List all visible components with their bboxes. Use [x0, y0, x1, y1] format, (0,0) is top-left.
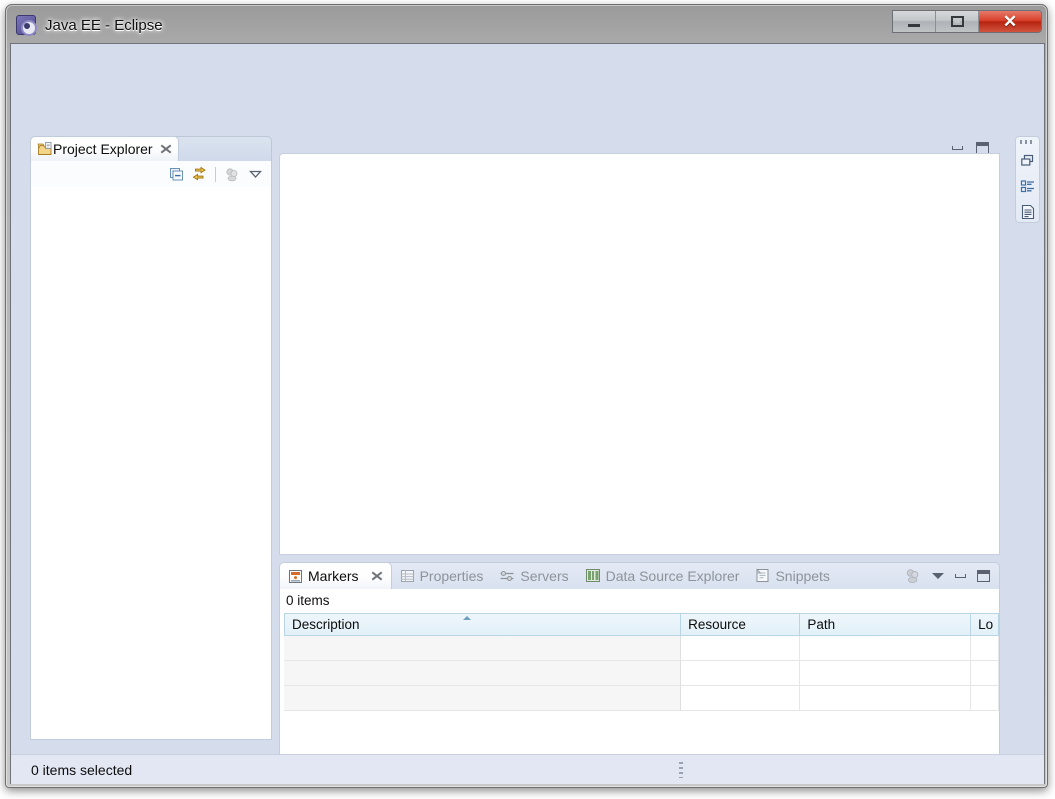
snippets-icon — [755, 568, 770, 583]
table-cell — [681, 686, 800, 711]
task-list-view-icon[interactable] — [1017, 202, 1038, 222]
markers-item-count: 0 items — [286, 593, 330, 608]
outline-view-icon[interactable] — [1017, 177, 1038, 197]
project-explorer-tab-label: Project Explorer — [53, 141, 153, 157]
workbench: Project Explorer — [11, 44, 1045, 755]
project-explorer-icon — [37, 141, 53, 157]
eclipse-icon — [16, 15, 36, 35]
table-row[interactable] — [284, 661, 999, 686]
table-cell — [800, 686, 971, 711]
status-message: 0 items selected — [31, 762, 132, 778]
restore-icon[interactable] — [1017, 151, 1038, 171]
table-cell — [284, 636, 681, 661]
window-controls: ✕ — [892, 10, 1042, 33]
tab-label: Data Source Explorer — [606, 568, 740, 584]
markers-table-header: Description Resource Path Lo — [284, 613, 999, 636]
column-label: Lo — [978, 617, 993, 632]
tab-markers[interactable]: Markers — [279, 562, 392, 589]
tab-project-explorer[interactable]: Project Explorer — [30, 136, 179, 161]
focus-on-active-task-icon[interactable] — [222, 164, 242, 184]
editor-area — [279, 136, 1000, 555]
close-icon[interactable] — [160, 143, 172, 155]
markers-tab-list: Markers Properties — [279, 562, 838, 589]
column-header-resource[interactable]: Resource — [681, 613, 800, 636]
table-cell — [800, 636, 971, 661]
close-button[interactable]: ✕ — [979, 11, 1041, 32]
focus-on-active-task-icon[interactable] — [904, 568, 921, 584]
markers-panel: 0 items Description Resource — [279, 589, 1000, 781]
table-row[interactable] — [284, 636, 999, 661]
project-explorer-view: Project Explorer — [30, 136, 272, 740]
minimize-button[interactable] — [893, 11, 936, 32]
table-cell — [971, 636, 999, 661]
project-explorer-toolbar — [30, 161, 272, 187]
column-header-location[interactable]: Lo — [971, 613, 999, 636]
maximize-icon — [951, 16, 964, 27]
close-icon[interactable] — [371, 570, 383, 582]
table-cell — [971, 661, 999, 686]
tab-data-source-explorer[interactable]: Data Source Explorer — [577, 562, 748, 589]
tab-label: Markers — [308, 568, 359, 584]
maximize-button[interactable] — [936, 11, 979, 32]
column-label: Resource — [688, 617, 746, 632]
markers-table[interactable]: Description Resource Path Lo — [284, 613, 999, 753]
tab-properties[interactable]: Properties — [392, 562, 492, 589]
minimize-icon[interactable] — [955, 574, 966, 578]
markers-icon — [288, 569, 303, 584]
tab-snippets[interactable]: Snippets — [747, 562, 837, 589]
minimize-icon[interactable] — [952, 146, 963, 150]
servers-icon — [499, 569, 515, 583]
view-menu-icon[interactable] — [932, 573, 944, 579]
fast-view-bar — [1015, 136, 1040, 223]
fast-view-grip — [1020, 140, 1035, 144]
tab-servers[interactable]: Servers — [491, 562, 576, 589]
application-window: Java EE - Eclipse ✕ File Edit Navigate S… — [5, 4, 1048, 788]
view-menu-icon[interactable] — [245, 164, 265, 184]
tab-label: Snippets — [775, 568, 829, 584]
minimize-icon — [908, 24, 920, 27]
table-cell — [971, 686, 999, 711]
collapse-all-icon[interactable] — [166, 164, 186, 184]
client-area: File Edit Navigate Search Project Run Wi… — [10, 43, 1045, 784]
sort-ascending-icon — [463, 616, 471, 620]
toolbar-separator — [215, 167, 216, 182]
table-cell — [284, 661, 681, 686]
tab-label: Servers — [520, 568, 568, 584]
project-explorer-tree[interactable] — [30, 187, 272, 740]
column-header-path[interactable]: Path — [800, 613, 971, 636]
table-cell — [800, 661, 971, 686]
table-cell — [681, 661, 800, 686]
data-source-explorer-icon — [585, 568, 601, 583]
tab-label: Properties — [420, 568, 484, 584]
column-label: Description — [292, 617, 360, 632]
editor-canvas[interactable] — [279, 153, 1000, 555]
table-cell — [284, 686, 681, 711]
column-header-description[interactable]: Description — [284, 613, 681, 636]
status-bar: 0 items selected — [11, 754, 1044, 784]
maximize-icon[interactable] — [977, 570, 990, 582]
table-row[interactable] — [284, 686, 999, 711]
markers-view: Markers Properties — [279, 562, 1000, 781]
properties-icon — [400, 569, 415, 583]
window-title: Java EE - Eclipse — [45, 17, 163, 34]
table-cell — [681, 636, 800, 661]
status-bar-grip — [679, 762, 683, 778]
close-icon: ✕ — [1003, 13, 1017, 30]
column-label: Path — [807, 617, 835, 632]
markers-view-controls — [904, 562, 1000, 589]
title-bar: Java EE - Eclipse ✕ — [6, 5, 1047, 43]
link-with-editor-icon[interactable] — [189, 164, 209, 184]
